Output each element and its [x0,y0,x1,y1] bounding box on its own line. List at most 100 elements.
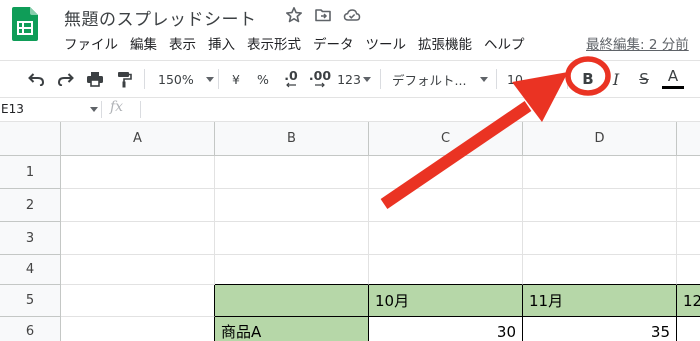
cell-e2[interactable] [677,189,700,222]
star-icon[interactable] [285,6,303,24]
arrow-right-icon [315,82,325,88]
undo-button[interactable] [24,61,48,97]
chevron-down-icon [205,76,214,82]
row-header-1[interactable]: 1 [0,156,61,189]
menu-insert[interactable]: 挿入 [208,35,235,55]
formula-bar: E13 fx [0,98,700,122]
print-icon [87,72,103,87]
row-header-2[interactable]: 2 [0,189,61,222]
text-color-button[interactable]: A [661,61,685,97]
cell-c1[interactable] [369,156,523,189]
chevron-down-icon[interactable] [90,107,98,112]
cell-b2[interactable] [215,189,369,222]
cell-b4[interactable] [215,255,369,285]
cell-e3[interactable] [677,222,700,255]
paint-format-button[interactable] [112,61,136,97]
cell-c3[interactable] [369,222,523,255]
column-header-e[interactable] [677,122,700,156]
text-color-swatch [662,86,684,89]
select-all-corner[interactable] [0,122,61,156]
cell-a6[interactable] [61,317,215,341]
arrow-left-icon [286,82,296,88]
cell-b6[interactable]: 商品A [215,317,369,341]
menu-extensions[interactable]: 拡張機能 [418,35,472,55]
chevron-down-icon [362,76,371,82]
number-format-label: 123 [337,71,361,87]
column-header-a[interactable]: A [61,122,215,156]
font-family-value: デフォルト... [392,72,467,88]
redo-button[interactable] [54,61,78,97]
cell-b5[interactable] [215,285,369,317]
cell-d4[interactable] [523,255,677,285]
cell-b1[interactable] [215,156,369,189]
name-box[interactable]: E13 [0,98,98,121]
cell-a3[interactable] [61,222,215,255]
font-family-select[interactable]: デフォルト... [392,61,489,97]
decrease-decimal-button[interactable]: .0 [279,61,303,97]
menu-help[interactable]: ヘルプ [484,35,525,55]
decrease-decimal-label: .0 [284,68,298,83]
cell-d6[interactable]: 35 [523,317,677,341]
cell-c2[interactable] [369,189,523,222]
menu-bar: ファイル 編集 表示 挿入 表示形式 データ ツール 拡張機能 ヘルプ [64,35,537,55]
toolbar: 150% ¥ % .0 .00 123 デフォルト... 10 B I S A [0,60,700,98]
last-edit-link[interactable]: 最終編集: 2 分前 [586,35,689,55]
increase-decimal-label: .00 [308,68,332,83]
formula-input[interactable] [146,98,696,121]
cell-d3[interactable] [523,222,677,255]
row-header-6[interactable]: 6 [0,317,61,341]
cell-d2[interactable] [523,189,677,222]
row-header-3[interactable]: 3 [0,222,61,255]
increase-decimal-button[interactable]: .00 [307,61,333,97]
cell-e1[interactable] [677,156,700,189]
chevron-down-icon [480,76,489,82]
cell-e6[interactable] [677,317,700,341]
cell-d5[interactable]: 11月 [523,285,677,317]
menu-view[interactable]: 表示 [169,35,196,55]
menu-data[interactable]: データ [313,35,354,55]
cell-c6[interactable]: 30 [369,317,523,341]
cell-a5[interactable] [61,285,215,317]
redo-icon [57,73,74,86]
spreadsheet-grid: A B C D 1 2 3 4 5 6 10月 11月 12 商品A 30 35 [0,122,700,341]
move-to-folder-icon[interactable] [314,6,332,24]
chevron-down-icon [552,76,560,82]
row-header-4[interactable]: 4 [0,255,61,285]
currency-format-button[interactable]: ¥ [226,61,246,97]
text-color-label: A [667,67,679,85]
menu-file[interactable]: ファイル [64,35,118,55]
cell-a2[interactable] [61,189,215,222]
font-size-value: 10 [507,71,523,87]
font-size-dropdown[interactable] [550,61,562,97]
cell-e4[interactable] [677,255,700,285]
toolbar-divider [496,69,497,89]
cell-a1[interactable] [61,156,215,189]
toolbar-divider [218,69,219,89]
cloud-saved-icon[interactable] [343,6,361,24]
column-header-c[interactable]: C [369,122,523,156]
zoom-value: 150% [158,71,194,87]
cell-c5[interactable]: 10月 [369,285,523,317]
bold-button[interactable]: B [578,61,598,97]
cell-b3[interactable] [215,222,369,255]
number-format-select[interactable]: 123 [337,61,371,97]
document-title[interactable]: 無題のスプレッドシート [64,5,257,30]
column-header-d[interactable]: D [523,122,677,156]
italic-button[interactable]: I [606,61,626,97]
cell-d1[interactable] [523,156,677,189]
print-button[interactable] [83,61,107,97]
menu-format[interactable]: 表示形式 [247,35,301,55]
percent-format-button[interactable]: % [253,61,273,97]
google-sheets-logo[interactable] [12,7,38,41]
strikethrough-button[interactable]: S [634,61,654,97]
cell-a4[interactable] [61,255,215,285]
cell-e5[interactable]: 12 [677,285,700,317]
zoom-select[interactable]: 150% [152,61,214,97]
cell-c4[interactable] [369,255,523,285]
menu-tools[interactable]: ツール [366,35,407,55]
toolbar-divider [144,69,145,89]
paint-format-icon [118,72,132,88]
row-header-5[interactable]: 5 [0,285,61,317]
menu-edit[interactable]: 編集 [130,35,157,55]
column-header-b[interactable]: B [215,122,369,156]
